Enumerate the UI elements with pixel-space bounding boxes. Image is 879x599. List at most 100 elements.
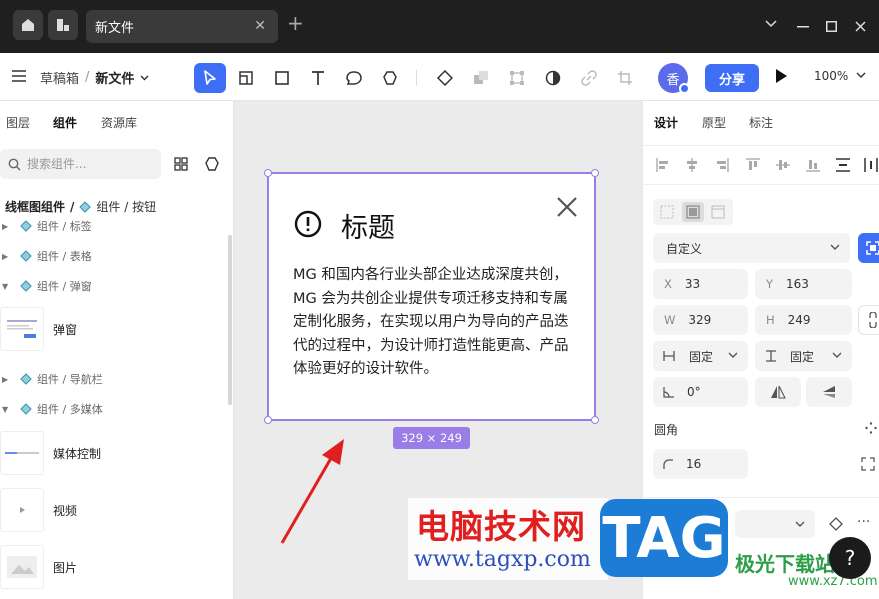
distribute-horizontal-icon[interactable] (864, 158, 878, 172)
align-left-icon[interactable] (656, 158, 670, 172)
y-value[interactable]: 163 (786, 277, 809, 291)
tree-item-table[interactable]: ▶ 组件 / 表格 (0, 246, 92, 266)
mask-button[interactable] (537, 63, 569, 93)
chevron-down-icon[interactable] (140, 75, 149, 81)
rotation-field[interactable]: 0° (653, 377, 748, 407)
minimize-icon[interactable] (797, 26, 809, 28)
maximize-icon[interactable] (826, 21, 837, 32)
files-button[interactable] (48, 10, 78, 40)
rectangle-tool-button[interactable] (266, 63, 298, 93)
layout-free-icon[interactable] (660, 205, 674, 219)
expand-arrow-icon[interactable]: ▶ (2, 375, 14, 384)
chevron-down-icon[interactable] (856, 72, 866, 78)
component-diamond-icon[interactable] (829, 517, 843, 531)
more-options-icon[interactable]: ··· (857, 514, 870, 530)
x-value[interactable]: 33 (685, 277, 700, 291)
tree-item-dialog[interactable]: ▼ 组件 / 弹窗 (0, 276, 92, 296)
rotation-value[interactable]: 0° (687, 385, 701, 399)
expand-arrow-icon[interactable]: ▶ (2, 252, 14, 261)
align-center-v-icon[interactable] (776, 158, 790, 172)
tab-assets[interactable]: 资源库 (101, 114, 137, 131)
frame-tool-button[interactable] (230, 63, 262, 93)
play-icon[interactable] (774, 68, 788, 84)
close-tab-icon[interactable]: ✕ (254, 18, 266, 34)
chevron-down-icon[interactable] (765, 20, 777, 28)
align-bottom-icon[interactable] (806, 158, 820, 172)
width-mode-select[interactable]: 固定 (653, 341, 748, 371)
flip-horizontal-button[interactable] (755, 377, 801, 407)
share-button[interactable]: 分享 (705, 64, 759, 92)
component-item-video[interactable]: 视频 (0, 486, 230, 534)
tree-item-tag[interactable]: ▶ 组件 / 标签 (0, 216, 92, 236)
align-top-icon[interactable] (746, 158, 760, 172)
breadcrumb-document[interactable]: 新文件 (95, 68, 134, 87)
component-item-dialog[interactable]: 弹窗 (0, 305, 230, 353)
distribute-vertical-icon[interactable] (836, 158, 850, 172)
layout-scroll-icon[interactable] (711, 205, 725, 219)
resize-handle[interactable] (591, 169, 599, 177)
w-value[interactable]: 329 (688, 313, 711, 327)
resize-handle[interactable] (264, 416, 272, 424)
component-item-media-control[interactable]: 媒体控制 (0, 429, 230, 477)
component-search[interactable] (0, 149, 161, 179)
move-tool-button[interactable] (194, 63, 226, 93)
close-window-icon[interactable] (855, 21, 866, 32)
tab-layers[interactable]: 图层 (6, 114, 30, 131)
width-field[interactable]: W 329 (653, 305, 748, 335)
boolean-button[interactable] (465, 63, 497, 93)
height-field[interactable]: H 249 (755, 305, 852, 335)
h-value[interactable]: 249 (788, 313, 811, 327)
layer-blend-select[interactable] (735, 510, 815, 538)
collapse-arrow-icon[interactable]: ▼ (2, 282, 14, 291)
library-root[interactable]: 线框图组件 (5, 198, 65, 215)
resize-handle[interactable] (264, 169, 272, 177)
crop-button[interactable] (609, 63, 641, 93)
transform-button[interactable] (501, 63, 533, 93)
library-current[interactable]: 组件 / 按钮 (96, 198, 156, 215)
tab-document[interactable]: 新文件 ✕ (86, 10, 278, 43)
layout-mode-selector[interactable] (653, 199, 733, 225)
dialog-frame[interactable]: 标题 MG 和国内各行业头部企业达成深度共创，MG 会为共创企业提供专项迁移支持… (264, 169, 599, 424)
tree-item-media[interactable]: ▼ 组件 / 多媒体 (0, 399, 103, 419)
corner-radius-value[interactable]: 16 (686, 457, 701, 471)
x-field[interactable]: X 33 (653, 269, 748, 299)
layout-fixed-option[interactable] (682, 202, 704, 222)
align-right-icon[interactable] (715, 158, 729, 172)
independent-corners-icon[interactable] (865, 422, 877, 434)
text-tool-button[interactable] (302, 63, 334, 93)
new-tab-button[interactable]: + (287, 13, 304, 33)
scrollbar[interactable] (228, 235, 232, 405)
corner-radius-field[interactable]: 16 (653, 449, 748, 479)
expand-corners-icon[interactable] (861, 457, 875, 471)
tab-components[interactable]: 组件 (53, 114, 77, 131)
y-field[interactable]: Y 163 (755, 269, 852, 299)
tab-prototype[interactable]: 原型 (702, 114, 726, 131)
tab-design[interactable]: 设计 (654, 114, 678, 131)
constrain-proportions-button[interactable] (858, 305, 879, 335)
height-mode-select[interactable]: 固定 (755, 341, 852, 371)
flip-vertical-button[interactable] (806, 377, 852, 407)
breadcrumb-root[interactable]: 草稿箱 (40, 68, 79, 87)
align-center-h-icon[interactable] (685, 158, 699, 172)
resize-handle[interactable] (591, 416, 599, 424)
component-button[interactable] (429, 63, 461, 93)
zoom-level[interactable]: 100% (814, 69, 848, 83)
plugin-tool-button[interactable] (374, 63, 406, 93)
link-button[interactable] (573, 63, 605, 93)
library-plugin-icon[interactable] (204, 156, 220, 172)
home-button[interactable] (13, 10, 43, 40)
fit-frame-button[interactable] (858, 233, 879, 263)
collapse-arrow-icon[interactable]: ▼ (2, 405, 14, 414)
component-item-image[interactable]: 图片 (0, 543, 230, 591)
tab-annotation[interactable]: 标注 (749, 114, 773, 131)
comment-tool-button[interactable] (338, 63, 370, 93)
menu-icon[interactable] (12, 70, 26, 82)
frame-preset-select[interactable]: 自定义 (653, 233, 850, 263)
grid-view-icon[interactable] (174, 157, 188, 171)
expand-arrow-icon[interactable]: ▶ (2, 222, 14, 231)
avatar[interactable]: 香 (658, 63, 690, 94)
tree-item-navbar[interactable]: ▶ 组件 / 导航栏 (0, 369, 103, 389)
close-icon[interactable] (556, 196, 578, 218)
help-button[interactable]: ? (829, 537, 871, 579)
search-input[interactable] (27, 157, 147, 171)
